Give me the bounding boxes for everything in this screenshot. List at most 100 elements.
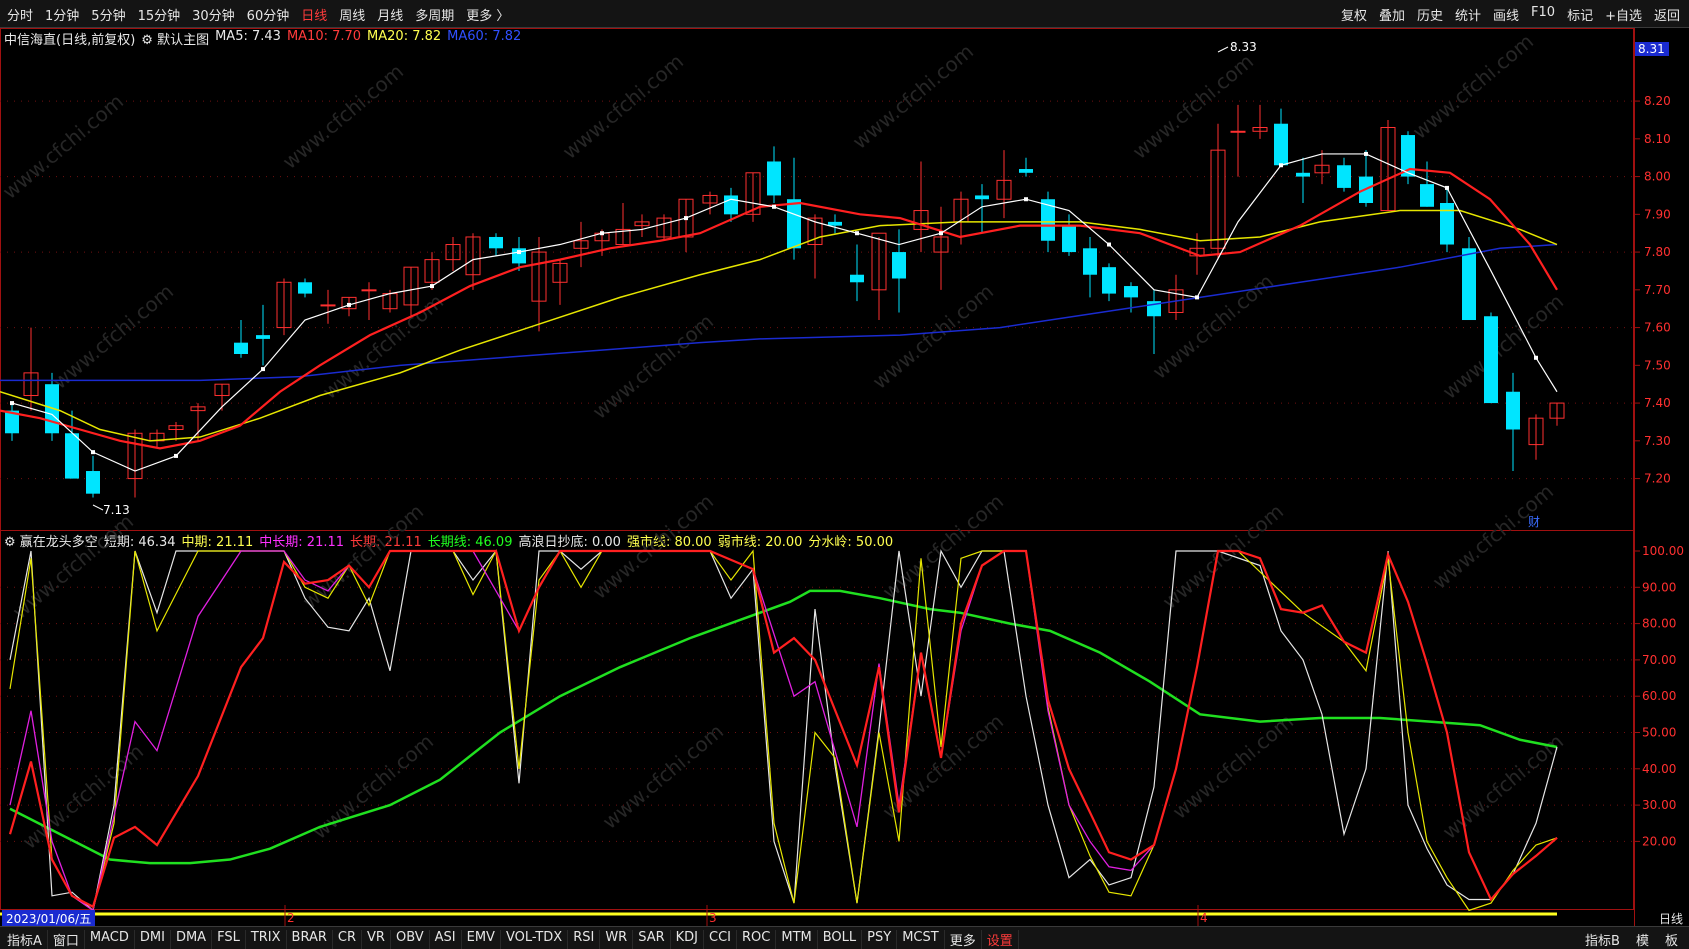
indicator-tab[interactable]: CCI (704, 930, 738, 949)
candle-body (1296, 172, 1310, 177)
ma5-point (430, 284, 434, 289)
watermark-text: www.cfchi.com (298, 499, 428, 614)
candle-body (1274, 123, 1288, 166)
candle-body (1083, 248, 1097, 275)
bottom-right-tabs: 指标B 模板 (1580, 930, 1683, 949)
ma5-point (1024, 197, 1028, 202)
price-axis-label: 7.50 (1644, 358, 1671, 372)
price-axis-label: 7.90 (1644, 207, 1671, 221)
candle-body (361, 289, 377, 292)
candle-body (298, 282, 312, 294)
watermark-text: www.cfchi.com (1168, 709, 1298, 824)
indicator-tab[interactable]: 设置 (982, 930, 1019, 949)
watermark-text: www.cfchi.com (1158, 499, 1288, 614)
low-label: 7.13 (103, 503, 130, 517)
indicator-tab[interactable]: TRIX (246, 930, 287, 949)
month-label: 4 (1200, 911, 1208, 925)
ma5-point (772, 204, 776, 209)
indicator-tab[interactable]: MACD (85, 930, 135, 949)
candle-body (1506, 391, 1520, 430)
indicator-tab[interactable]: 更多 (945, 930, 982, 949)
candle-body (320, 304, 336, 307)
indicator-tab[interactable]: ROC (737, 930, 777, 949)
candle-body (975, 195, 989, 200)
indicator-tab[interactable]: RSI (568, 930, 601, 949)
watermark-text: www.cfchi.com (278, 59, 408, 174)
indicator-tab[interactable]: VR (362, 930, 391, 949)
bottom-right-tab[interactable]: 模 (1631, 930, 1654, 949)
period-indicator: 日线 (1658, 912, 1683, 926)
watermark-text: www.cfchi.com (8, 509, 138, 624)
candle-body (234, 342, 248, 354)
indicator-tab[interactable]: EMV (462, 930, 501, 949)
indicator-tab[interactable]: DMI (135, 930, 171, 949)
indicator-tabs-bar: 指标A 窗口 MACD DMI DMA FSL TRIX BRAR CR VR OBV ASI EMV V… (0, 926, 1689, 949)
candle-body (1230, 130, 1246, 133)
indicator-tab[interactable]: BRAR (287, 930, 333, 949)
candle-body (65, 433, 79, 479)
indicator-axis-label: 50.00 (1642, 726, 1676, 740)
indicator-tab[interactable]: PSY (862, 930, 898, 949)
price-axis-label: 8.00 (1644, 170, 1671, 184)
ma5-point (1107, 242, 1111, 247)
indicator-tab[interactable]: KDJ (671, 930, 705, 949)
watermark-text: www.cfchi.com (18, 739, 148, 854)
watermark-text: www.cfchi.com (48, 279, 178, 394)
indicator-tab[interactable]: OBV (391, 930, 430, 949)
watermark-text: www.cfchi.com (588, 309, 718, 424)
indicator-tab[interactable]: MCST (897, 930, 945, 949)
ma5-point (600, 231, 604, 236)
indicator-axis-label: 20.00 (1642, 834, 1676, 848)
indicator-tab[interactable]: 窗口 (48, 930, 85, 949)
indicator-axis-label: 30.00 (1642, 798, 1676, 812)
candle-body (850, 274, 864, 283)
indicator-tab[interactable]: BOLL (818, 930, 863, 949)
price-axis-label: 7.80 (1644, 245, 1671, 259)
indicator-axis-label: 90.00 (1642, 580, 1676, 594)
ma60-line (0, 243, 1558, 382)
price-axis-label: 8.20 (1644, 94, 1671, 108)
bottom-right-tab[interactable]: 指标B (1580, 930, 1625, 949)
price-axis-label: 8.10 (1644, 132, 1671, 146)
price-axis-label: 7.20 (1644, 472, 1671, 486)
high-marker (1217, 46, 1229, 53)
kline-chart[interactable]: www.cfchi.com www.cfchi.com www.cfchi.com w… (0, 0, 1689, 948)
indicator-axis-label: 40.00 (1642, 762, 1676, 776)
event-marker: 财 (1528, 515, 1540, 529)
indicator-axis-label: 80.00 (1642, 617, 1676, 631)
ma5-point (1364, 151, 1368, 156)
price-axis-label: 7.40 (1644, 396, 1671, 410)
ma20-line (0, 209, 1558, 442)
candle-body (724, 195, 738, 215)
ma5-point (91, 450, 95, 455)
candle-body (1124, 286, 1138, 298)
candle-body (1440, 203, 1454, 245)
candle-body (1102, 267, 1116, 294)
indicator-tabs: 指标A 窗口 MACD DMI DMA FSL TRIX BRAR CR VR OBV ASI EMV V… (2, 930, 1019, 949)
watermark-text: www.cfchi.com (1438, 289, 1568, 404)
indicator-tab[interactable]: ASI (430, 930, 462, 949)
indicator-tab[interactable]: VOL-TDX (501, 930, 569, 949)
indicator-tab[interactable]: CR (333, 930, 363, 949)
indicator-tab[interactable]: 指标A (2, 930, 48, 949)
ma5-point (517, 250, 521, 255)
watermark-text: www.cfchi.com (1128, 49, 1258, 164)
candle-body (1420, 184, 1434, 207)
bottom-right-tab[interactable]: 板 (1660, 930, 1683, 949)
watermark-text: www.cfchi.com (1148, 269, 1278, 384)
ma10-line (0, 167, 1558, 450)
ma5-point (1279, 163, 1283, 168)
indicator-tab[interactable]: DMA (171, 930, 213, 949)
candle-body (767, 161, 781, 196)
indicator-tab[interactable]: SAR (633, 930, 671, 949)
price-axis-label: 7.30 (1644, 434, 1671, 448)
indicator-tab[interactable]: MTM (776, 930, 818, 949)
ma5-point (174, 453, 178, 458)
low-marker (92, 504, 104, 511)
indicator-tab[interactable]: FSL (212, 930, 246, 949)
watermark-text: www.cfchi.com (598, 719, 728, 834)
candle-body (489, 236, 503, 249)
ma5-point (1195, 295, 1199, 300)
indicator-axis-label: 60.00 (1642, 689, 1676, 703)
indicator-tab[interactable]: WR (600, 930, 634, 949)
